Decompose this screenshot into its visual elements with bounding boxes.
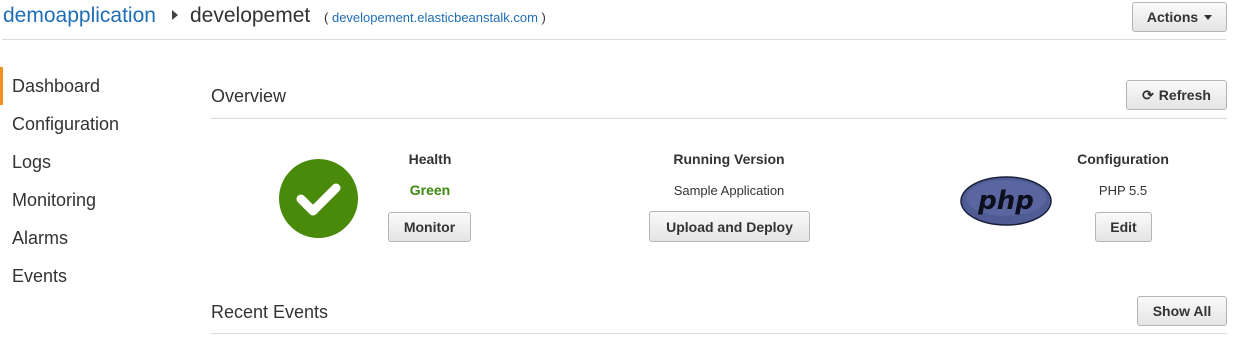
breadcrumb-caret-right-icon <box>172 10 178 20</box>
url-close-paren: ) <box>541 10 546 25</box>
sidebar-item-logs[interactable]: Logs <box>0 143 190 181</box>
upload-and-deploy-button[interactable]: Upload and Deploy <box>649 211 810 242</box>
edit-configuration-button[interactable]: Edit <box>1095 212 1152 242</box>
refresh-button[interactable]: ⟳ Refresh <box>1126 80 1227 110</box>
actions-button[interactable]: Actions <box>1132 2 1227 32</box>
sidebar-item-dashboard[interactable]: Dashboard <box>0 67 190 105</box>
breadcrumb-application-link[interactable]: demoapplication <box>3 4 156 28</box>
recent-events-title: Recent Events <box>211 302 329 322</box>
health-heading: Health <box>408 151 452 167</box>
refresh-label: Refresh <box>1158 87 1211 103</box>
breadcrumb-environment-name: developemet <box>190 4 311 27</box>
environment-url-wrapper: ( developement.elasticbeanstalk.com ) <box>324 10 546 25</box>
sidebar-item-events[interactable]: Events <box>0 257 190 295</box>
sidebar-item-monitoring[interactable]: Monitoring <box>0 181 190 219</box>
sidebar-item-alarms[interactable]: Alarms <box>0 219 190 257</box>
url-open-paren: ( <box>324 10 329 25</box>
check-circle-icon <box>279 159 358 238</box>
php-logo-text: php <box>977 186 1034 216</box>
refresh-icon: ⟳ <box>1142 86 1154 103</box>
overview-divider <box>211 118 1227 119</box>
health-status-value: Green <box>409 182 451 198</box>
configuration-heading: Configuration <box>1077 151 1169 167</box>
monitor-button[interactable]: Monitor <box>388 212 471 242</box>
checkmark-icon <box>296 183 341 216</box>
actions-label: Actions <box>1146 9 1199 25</box>
recent-events-divider <box>211 333 1227 334</box>
sidebar-item-configuration[interactable]: Configuration <box>0 105 190 143</box>
environment-url-link[interactable]: developement.elasticbeanstalk.com <box>332 10 538 25</box>
configuration-value: PHP 5.5 <box>1098 183 1148 198</box>
page-header: demoapplication developemet ( developeme… <box>0 0 1233 40</box>
overview-title: Overview <box>211 86 287 106</box>
show-all-button[interactable]: Show All <box>1137 296 1227 326</box>
header-divider <box>2 39 1226 40</box>
php-logo-icon: php <box>960 176 1052 226</box>
running-version-value: Sample Application <box>673 183 785 198</box>
caret-down-icon <box>1204 14 1213 20</box>
running-version-heading: Running Version <box>673 151 785 167</box>
